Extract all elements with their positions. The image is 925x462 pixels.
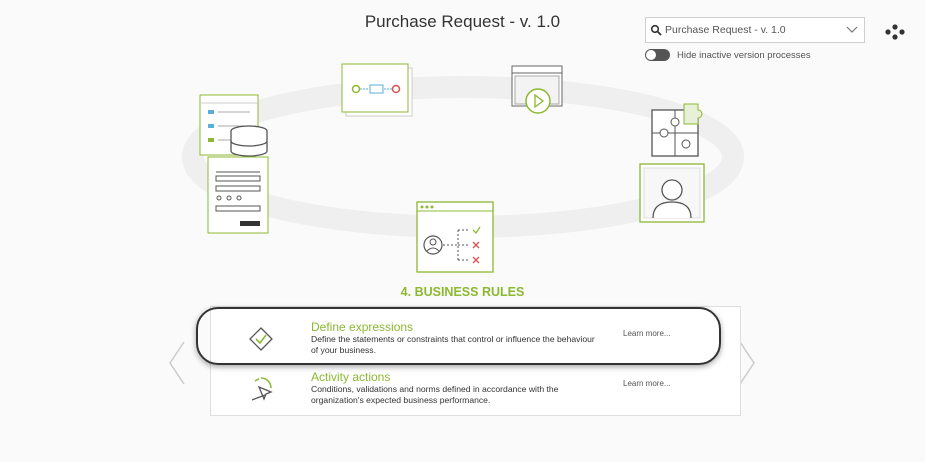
option-description-line-2: organization's expected business perform… — [311, 395, 491, 405]
stage-business-rules-icon[interactable] — [416, 201, 494, 273]
option-define-expressions[interactable]: Define expressions Define the statements… — [211, 315, 742, 363]
stage-forms-data-icon[interactable] — [199, 94, 269, 234]
option-name: Activity actions — [311, 370, 391, 384]
stage-portal-user-icon[interactable] — [639, 163, 705, 223]
learn-more-link[interactable]: Learn more... — [621, 315, 671, 363]
step-title: 4. BUSINESS RULES — [400, 285, 525, 299]
diamond-check-icon — [249, 327, 273, 351]
option-description-line-1: Conditions, validations and norms define… — [311, 384, 559, 394]
step-options-panel: Define expressions Define the statements… — [210, 306, 741, 416]
option-description-line-1: Define the statements or constraints tha… — [311, 334, 595, 344]
option-description-line-2: of your business. — [311, 345, 376, 355]
process-cycle-illustration — [182, 63, 744, 273]
stage-integrations-icon[interactable] — [651, 103, 703, 157]
learn-more-link[interactable]: Learn more... — [621, 365, 671, 413]
cursor-click-icon — [251, 377, 273, 401]
option-activity-actions[interactable]: Activity actions Conditions, validations… — [211, 365, 742, 413]
previous-step-arrow-icon[interactable] — [167, 340, 187, 386]
stage-execution-icon[interactable] — [511, 65, 563, 114]
option-name: Define expressions — [311, 320, 414, 334]
stage-process-diagram-icon[interactable] — [341, 63, 413, 117]
